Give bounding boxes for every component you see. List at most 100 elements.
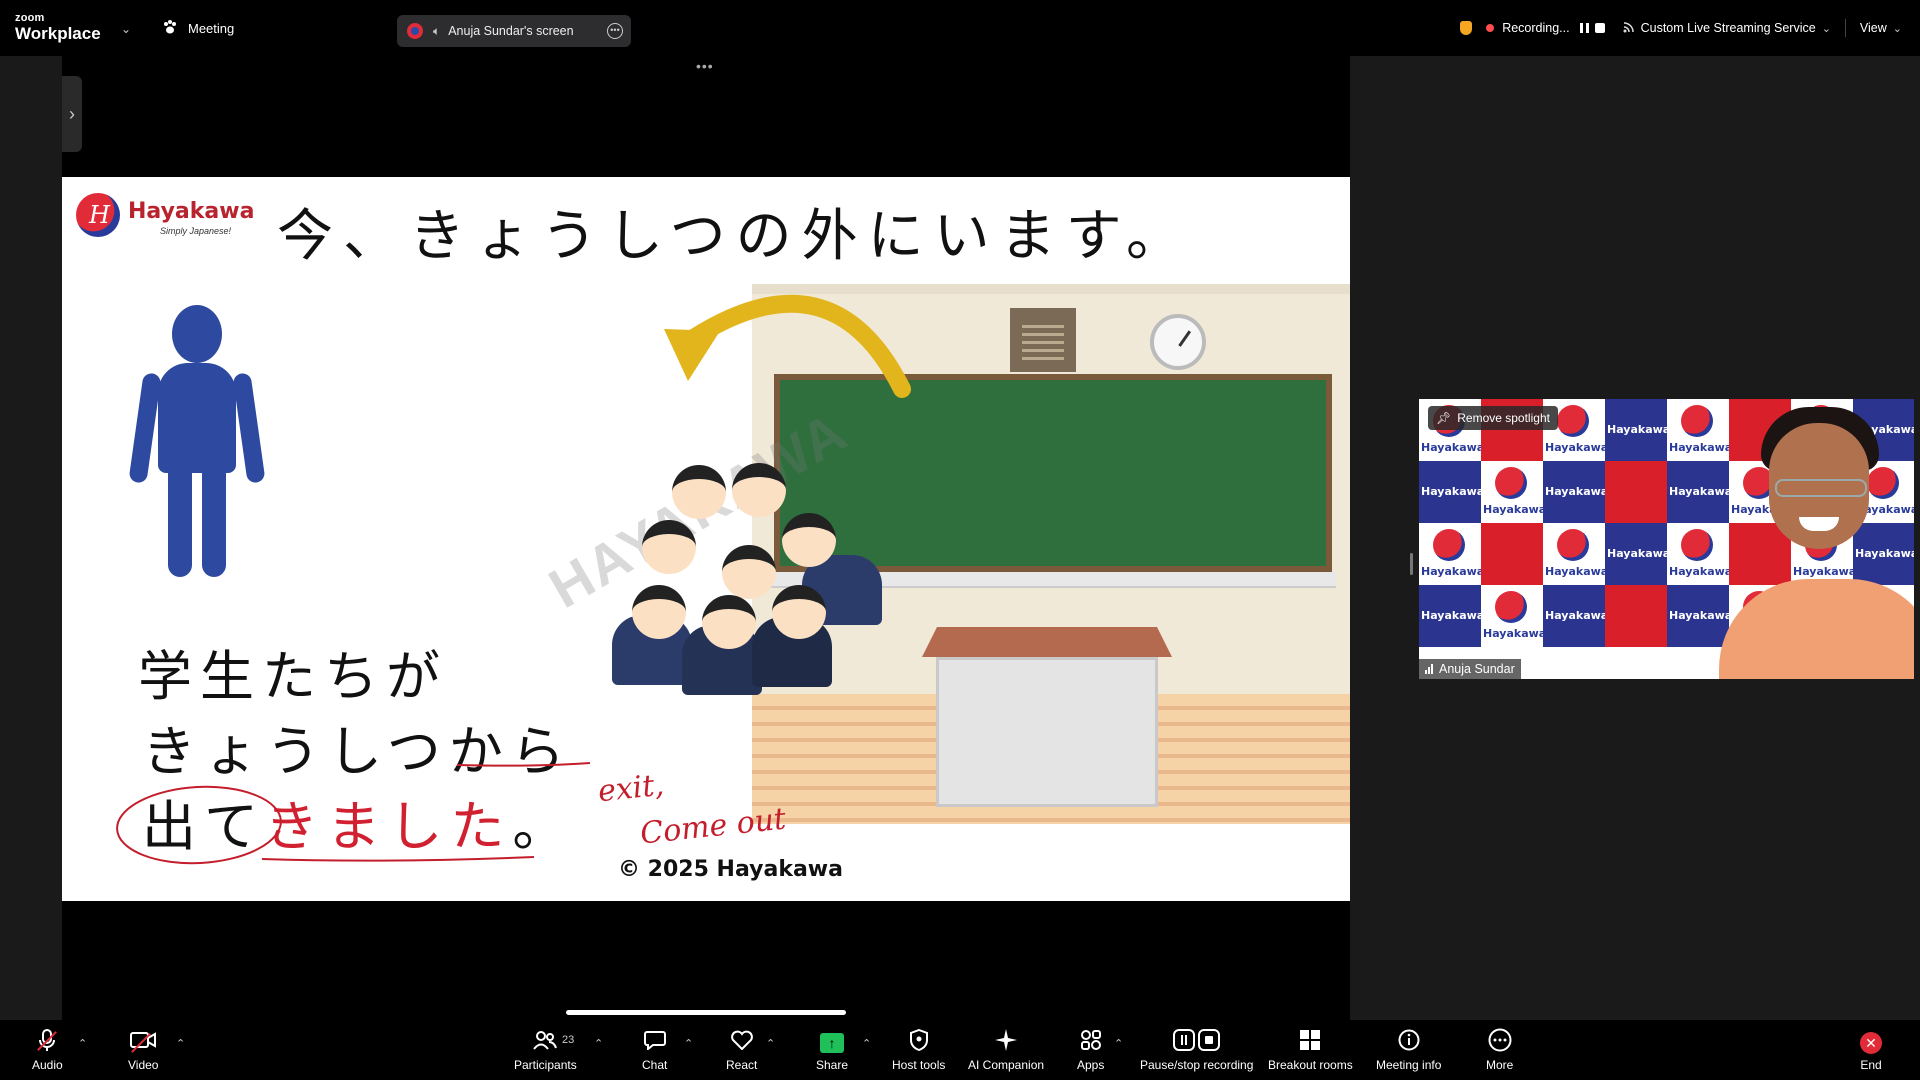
paw-icon (162, 19, 178, 38)
participant-count: 23 (562, 1034, 575, 1046)
wall-frame-icon (1010, 308, 1076, 372)
pause-recording-icon[interactable] (1579, 23, 1589, 33)
top-right-controls: Recording... Custom Live Streaming Servi… (1460, 18, 1920, 38)
more-button[interactable]: More (1486, 1028, 1514, 1072)
backdrop-tile (1605, 399, 1670, 461)
info-icon (1398, 1029, 1420, 1057)
apps-icon (1080, 1029, 1102, 1057)
sentence-line-1: 学生たちが (138, 645, 448, 708)
pin-icon: 📌︎ (1436, 411, 1452, 425)
sentence-line-3: 出てきました。 (142, 782, 574, 861)
sentence-period: 。 (512, 795, 575, 858)
chevron-down-icon[interactable]: ⌄ (1893, 22, 1902, 35)
backdrop-tile (1543, 523, 1608, 585)
meeting-button[interactable]: Meeting (162, 19, 234, 38)
chat-label: Chat (642, 1058, 668, 1072)
sparkle-icon (994, 1028, 1018, 1058)
audio-options-caret[interactable]: ⌃ (78, 1037, 87, 1050)
react-options-caret[interactable]: ⌃ (766, 1037, 775, 1050)
more-label: More (1486, 1058, 1514, 1072)
participants-label: Participants (514, 1058, 577, 1072)
meeting-label: Meeting (188, 21, 235, 36)
close-icon: ✕ (1860, 1032, 1882, 1054)
react-label: React (726, 1058, 758, 1072)
backdrop-tile (1419, 461, 1484, 523)
share-options-caret[interactable]: ⌃ (862, 1037, 871, 1050)
video-button[interactable]: Video (128, 1030, 158, 1072)
share-options-icon[interactable]: ••• (696, 58, 714, 74)
backdrop-tile (1667, 399, 1732, 461)
recording-dot-icon (1486, 24, 1495, 32)
ai-companion-button[interactable]: AI Companion (968, 1028, 1045, 1072)
more-icon (1488, 1028, 1512, 1058)
zoom-workplace-logo[interactable]: zoom Workplace (15, 12, 101, 43)
backdrop-tile (1667, 523, 1732, 585)
pause-stop-recording-icon (1172, 1029, 1221, 1057)
chat-options-caret[interactable]: ⌃ (684, 1037, 693, 1050)
participant-name: Anuja Sundar (1439, 662, 1515, 676)
share-button[interactable]: ↑ Share (816, 1030, 848, 1072)
students-group-illustration (602, 445, 902, 695)
chevron-down-icon[interactable]: ⌄ (1822, 22, 1831, 35)
chevron-down-icon[interactable]: ⌄ (121, 22, 131, 36)
verb-ending: きました (264, 795, 513, 858)
slide-title: 今、きょうしつの外にいます。 (277, 204, 1193, 269)
backdrop-tile (1481, 585, 1546, 647)
backdrop-tile (1853, 523, 1914, 585)
end-meeting-button[interactable]: ✕ End (1860, 1030, 1882, 1072)
breakout-rooms-button[interactable]: Breakout rooms (1268, 1030, 1353, 1072)
speaker-icon[interactable]: 🔈︎ (433, 24, 440, 39)
stop-recording-icon[interactable] (1594, 23, 1605, 33)
microphone-muted-icon (36, 1028, 58, 1058)
host-tools-button[interactable]: Host tools (892, 1028, 945, 1072)
curved-arrow-icon (664, 294, 911, 398)
react-button[interactable]: React (726, 1030, 757, 1072)
pause-stop-recording-button[interactable]: Pause/stop recording (1140, 1029, 1254, 1072)
video-label: Video (128, 1058, 159, 1072)
audio-label: Audio (32, 1058, 63, 1072)
signal-strength-icon (1425, 664, 1433, 674)
sentence-line-2: きょうしつから (142, 720, 573, 783)
lectern-icon (922, 627, 1172, 657)
streaming-label[interactable]: Custom Live Streaming Service (1641, 21, 1816, 35)
ai-companion-label: AI Companion (968, 1058, 1045, 1072)
pause-recording-label: Pause/stop recording (1140, 1058, 1254, 1072)
participants-icon (533, 1030, 558, 1056)
presentation-slide: Hayakawa Simply Japanese! 今、きょうしつの外にいます。… (62, 177, 1350, 901)
audio-button[interactable]: Audio (32, 1028, 63, 1072)
expand-panel-button[interactable]: › (62, 76, 82, 152)
meeting-info-label: Meeting info (1376, 1058, 1442, 1072)
sharer-avatar-icon (407, 23, 423, 39)
live-stream-icon (1623, 21, 1635, 36)
resize-handle[interactable] (1410, 553, 1413, 575)
backdrop-tile (1667, 461, 1732, 523)
more-options-icon[interactable]: ••• (607, 23, 623, 39)
screen-share-pill[interactable]: 🔈︎ Anuja Sundar's screen ••• (397, 15, 631, 47)
divider (1844, 19, 1846, 37)
end-label: End (1860, 1058, 1882, 1072)
clock-icon (1150, 314, 1206, 370)
logo-name: Hayakawa (128, 199, 255, 224)
participants-options-caret[interactable]: ⌃ (594, 1037, 603, 1050)
backdrop-tile (1419, 585, 1484, 647)
verb-stem: 出て (142, 795, 265, 858)
share-screen-icon: ↑ (820, 1033, 845, 1053)
bottom-toolbar (0, 1020, 1920, 1080)
backdrop-tile (1605, 585, 1667, 647)
participant-video-tile[interactable]: 📌︎ Remove spotlight Anuja Sundar (1419, 399, 1914, 679)
security-shield-icon[interactable] (1460, 21, 1473, 35)
apps-options-caret[interactable]: ⌃ (1114, 1037, 1123, 1050)
chat-button[interactable]: Chat (642, 1030, 667, 1072)
share-scroll-indicator[interactable] (566, 1010, 846, 1015)
view-button[interactable]: View (1860, 21, 1887, 35)
shield-icon (909, 1028, 929, 1057)
video-options-caret[interactable]: ⌃ (176, 1037, 185, 1050)
recording-label[interactable]: Recording... (1502, 21, 1569, 35)
hayakawa-emblem-icon (76, 193, 120, 237)
apps-button[interactable]: Apps (1077, 1030, 1104, 1072)
remove-spotlight-button[interactable]: 📌︎ Remove spotlight (1428, 406, 1558, 430)
logo-tagline: Simply Japanese! (160, 226, 232, 236)
meeting-info-button[interactable]: Meeting info (1376, 1029, 1442, 1072)
backdrop-tile (1543, 585, 1608, 647)
brand-small-text: zoom (15, 12, 45, 24)
